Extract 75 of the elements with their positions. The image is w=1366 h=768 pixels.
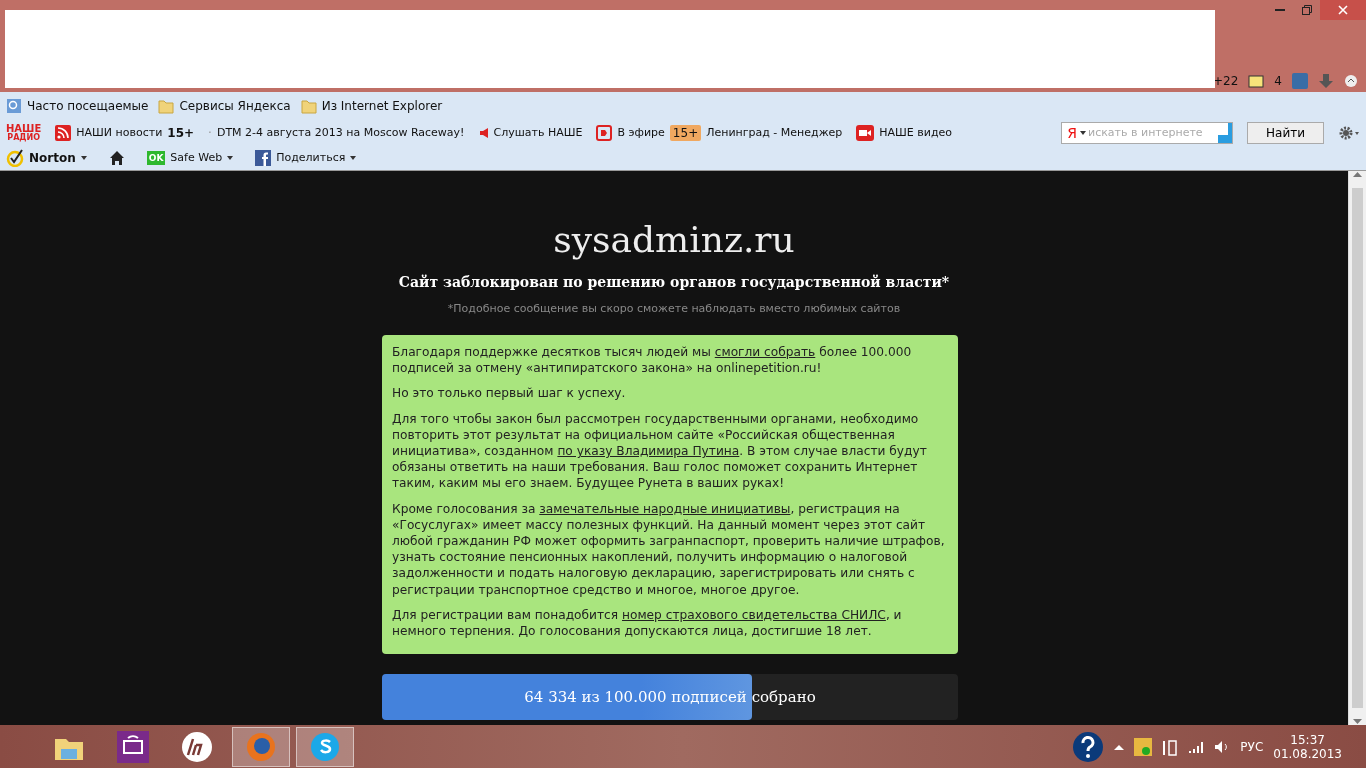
share-menu[interactable]: Поделиться (276, 151, 346, 164)
speaker-icon (478, 126, 489, 139)
clock[interactable]: 15:37 01.08.2013 (1273, 732, 1342, 761)
remote-screen-icon (117, 730, 149, 763)
restore-icon (1301, 5, 1312, 15)
settings-icon (1338, 124, 1360, 141)
yandex-logo: Я (1066, 124, 1079, 141)
video-camera-icon (856, 124, 875, 141)
safe-web-badge: OK (146, 150, 166, 165)
taskbar-app[interactable] (232, 726, 290, 767)
age-rating: 15+ (167, 125, 195, 140)
toolbar-link[interactable]: Слушать НАШЕ (493, 126, 583, 139)
folder-icon (300, 98, 317, 114)
battery-icon (1162, 737, 1179, 756)
paragraph: Для того чтобы закон был рассмотрен государственными органами, необходимо повторить этот результат на официальном сайте «Российская общественная инициатива», созданном по указу Владимира Путина. В этом случае власти будут обязаны ответить на наши требования. Ваш голос поможет сохранить Интернет таким, каким мы его знаем. Будущее Рунета в ваших руках! (392, 410, 928, 492)
temperature-text: +22 (1213, 74, 1239, 88)
skype-icon (309, 730, 341, 763)
clock-time: 15:37 (1290, 732, 1325, 747)
separator-dot: · (208, 125, 212, 140)
paragraph: Но это только первый шаг к успеху. (392, 385, 627, 402)
chevron-up-icon (1344, 74, 1358, 88)
mail-count: 4 (1274, 74, 1282, 88)
paragraph: Благодаря поддержке десятков тысяч людей мы смогли собрать более 100.000 подписей за отмену «антипиратского закона» на onlinepetition.ru! (392, 344, 913, 377)
paragraph: Для регистрации вам понадобится номер страхового свидетельства СНИЛС, и немного терпения. До голосования допускаются лица, достигшие 18 лет. (392, 606, 903, 640)
toolbar-link[interactable]: НАШИ новости (76, 126, 163, 139)
caret-icon (1080, 130, 1087, 135)
now-playing-text[interactable]: Ленинград - Менеджер (706, 126, 843, 139)
download-icon (1318, 73, 1334, 89)
text-link[interactable]: замечательные народные инициативы (539, 501, 791, 516)
find-button[interactable]: Найти (1247, 121, 1324, 144)
radio-logo-subtext: РАДИО (7, 133, 40, 142)
footnote-text: *Подобное сообщение вы скоро сможете наблюдать вместо любимых сайтов (447, 302, 901, 315)
bookmark-link[interactable]: Из Internet Explorer (321, 99, 443, 113)
search-field[interactable]: Я искать в интернете (1061, 121, 1234, 144)
toolbar-link[interactable]: В эфире (617, 126, 665, 139)
text-link[interactable]: номер страхового свидетельства СНИЛС (622, 607, 886, 622)
mail-icon (1248, 73, 1265, 89)
age-rating-badge: 15+ (669, 124, 702, 141)
corner-tab-icon (1218, 122, 1233, 143)
site-title: sysadminz.ru (553, 219, 795, 260)
progress-label: 64 334 из 100.000 подписей собрано (524, 688, 816, 707)
bookmark-link[interactable]: Часто посещаемые (27, 99, 149, 113)
close-icon (1338, 5, 1348, 15)
network-globe-icon (1134, 737, 1153, 756)
bookmark-tile-icon (1292, 73, 1308, 89)
clock-date: 01.08.2013 (1273, 746, 1342, 761)
facebook-icon (255, 149, 272, 166)
hp-logo-icon (181, 730, 213, 763)
caret-icon (80, 155, 87, 160)
signal-icon (1188, 739, 1205, 754)
chevron-up-icon (1114, 743, 1125, 750)
minimize-icon (1274, 9, 1285, 11)
toolbar-link[interactable]: НАШЕ видео (879, 126, 953, 139)
radio-logo-text[interactable]: НАШЕ (6, 123, 42, 134)
magnifier-icon (6, 98, 22, 114)
text-link[interactable]: по указу Владимира Путина (557, 444, 740, 458)
paragraph: Кроме голосования за замечательные народные инициативы, регистрация на «Госуслугах» имеет массу полезных функций. На данный момент через этот сайт любой гражданин РФ может оформить загранпаспорт, проверить наличие штрафов, узнать состояние пенсионных накоплений, получить информацию о налоговой задолженности и подать налоговую декларацию, зарегистрировать или снять с регистрации транспортное средство и многое, многое другое. (392, 500, 946, 598)
caret-icon (227, 155, 234, 160)
caret-icon (350, 155, 357, 160)
rss-icon (55, 124, 72, 141)
live-icon (596, 124, 613, 141)
bookmark-link[interactable]: Сервисы Яндекса (179, 99, 291, 113)
text-link[interactable]: смогли собрать (714, 345, 816, 359)
scrollbar-thumb[interactable] (1352, 188, 1363, 708)
firefox-icon (245, 730, 277, 763)
language-indicator[interactable]: РУС (1240, 739, 1264, 754)
help-icon (1072, 730, 1105, 763)
safe-web-menu[interactable]: Safe Web (170, 151, 223, 164)
home-icon (108, 149, 125, 166)
taskbar-app[interactable] (296, 726, 354, 767)
blocked-headline: Сайт заблокирован по решению органов государственной власти* (398, 274, 950, 290)
folder-icon (158, 98, 175, 114)
toolbar-link[interactable]: DTM 2-4 августа 2013 на Moscow Raceway! (216, 126, 465, 139)
checkmark-badge-icon (6, 148, 24, 167)
norton-menu[interactable]: Norton (29, 150, 76, 165)
